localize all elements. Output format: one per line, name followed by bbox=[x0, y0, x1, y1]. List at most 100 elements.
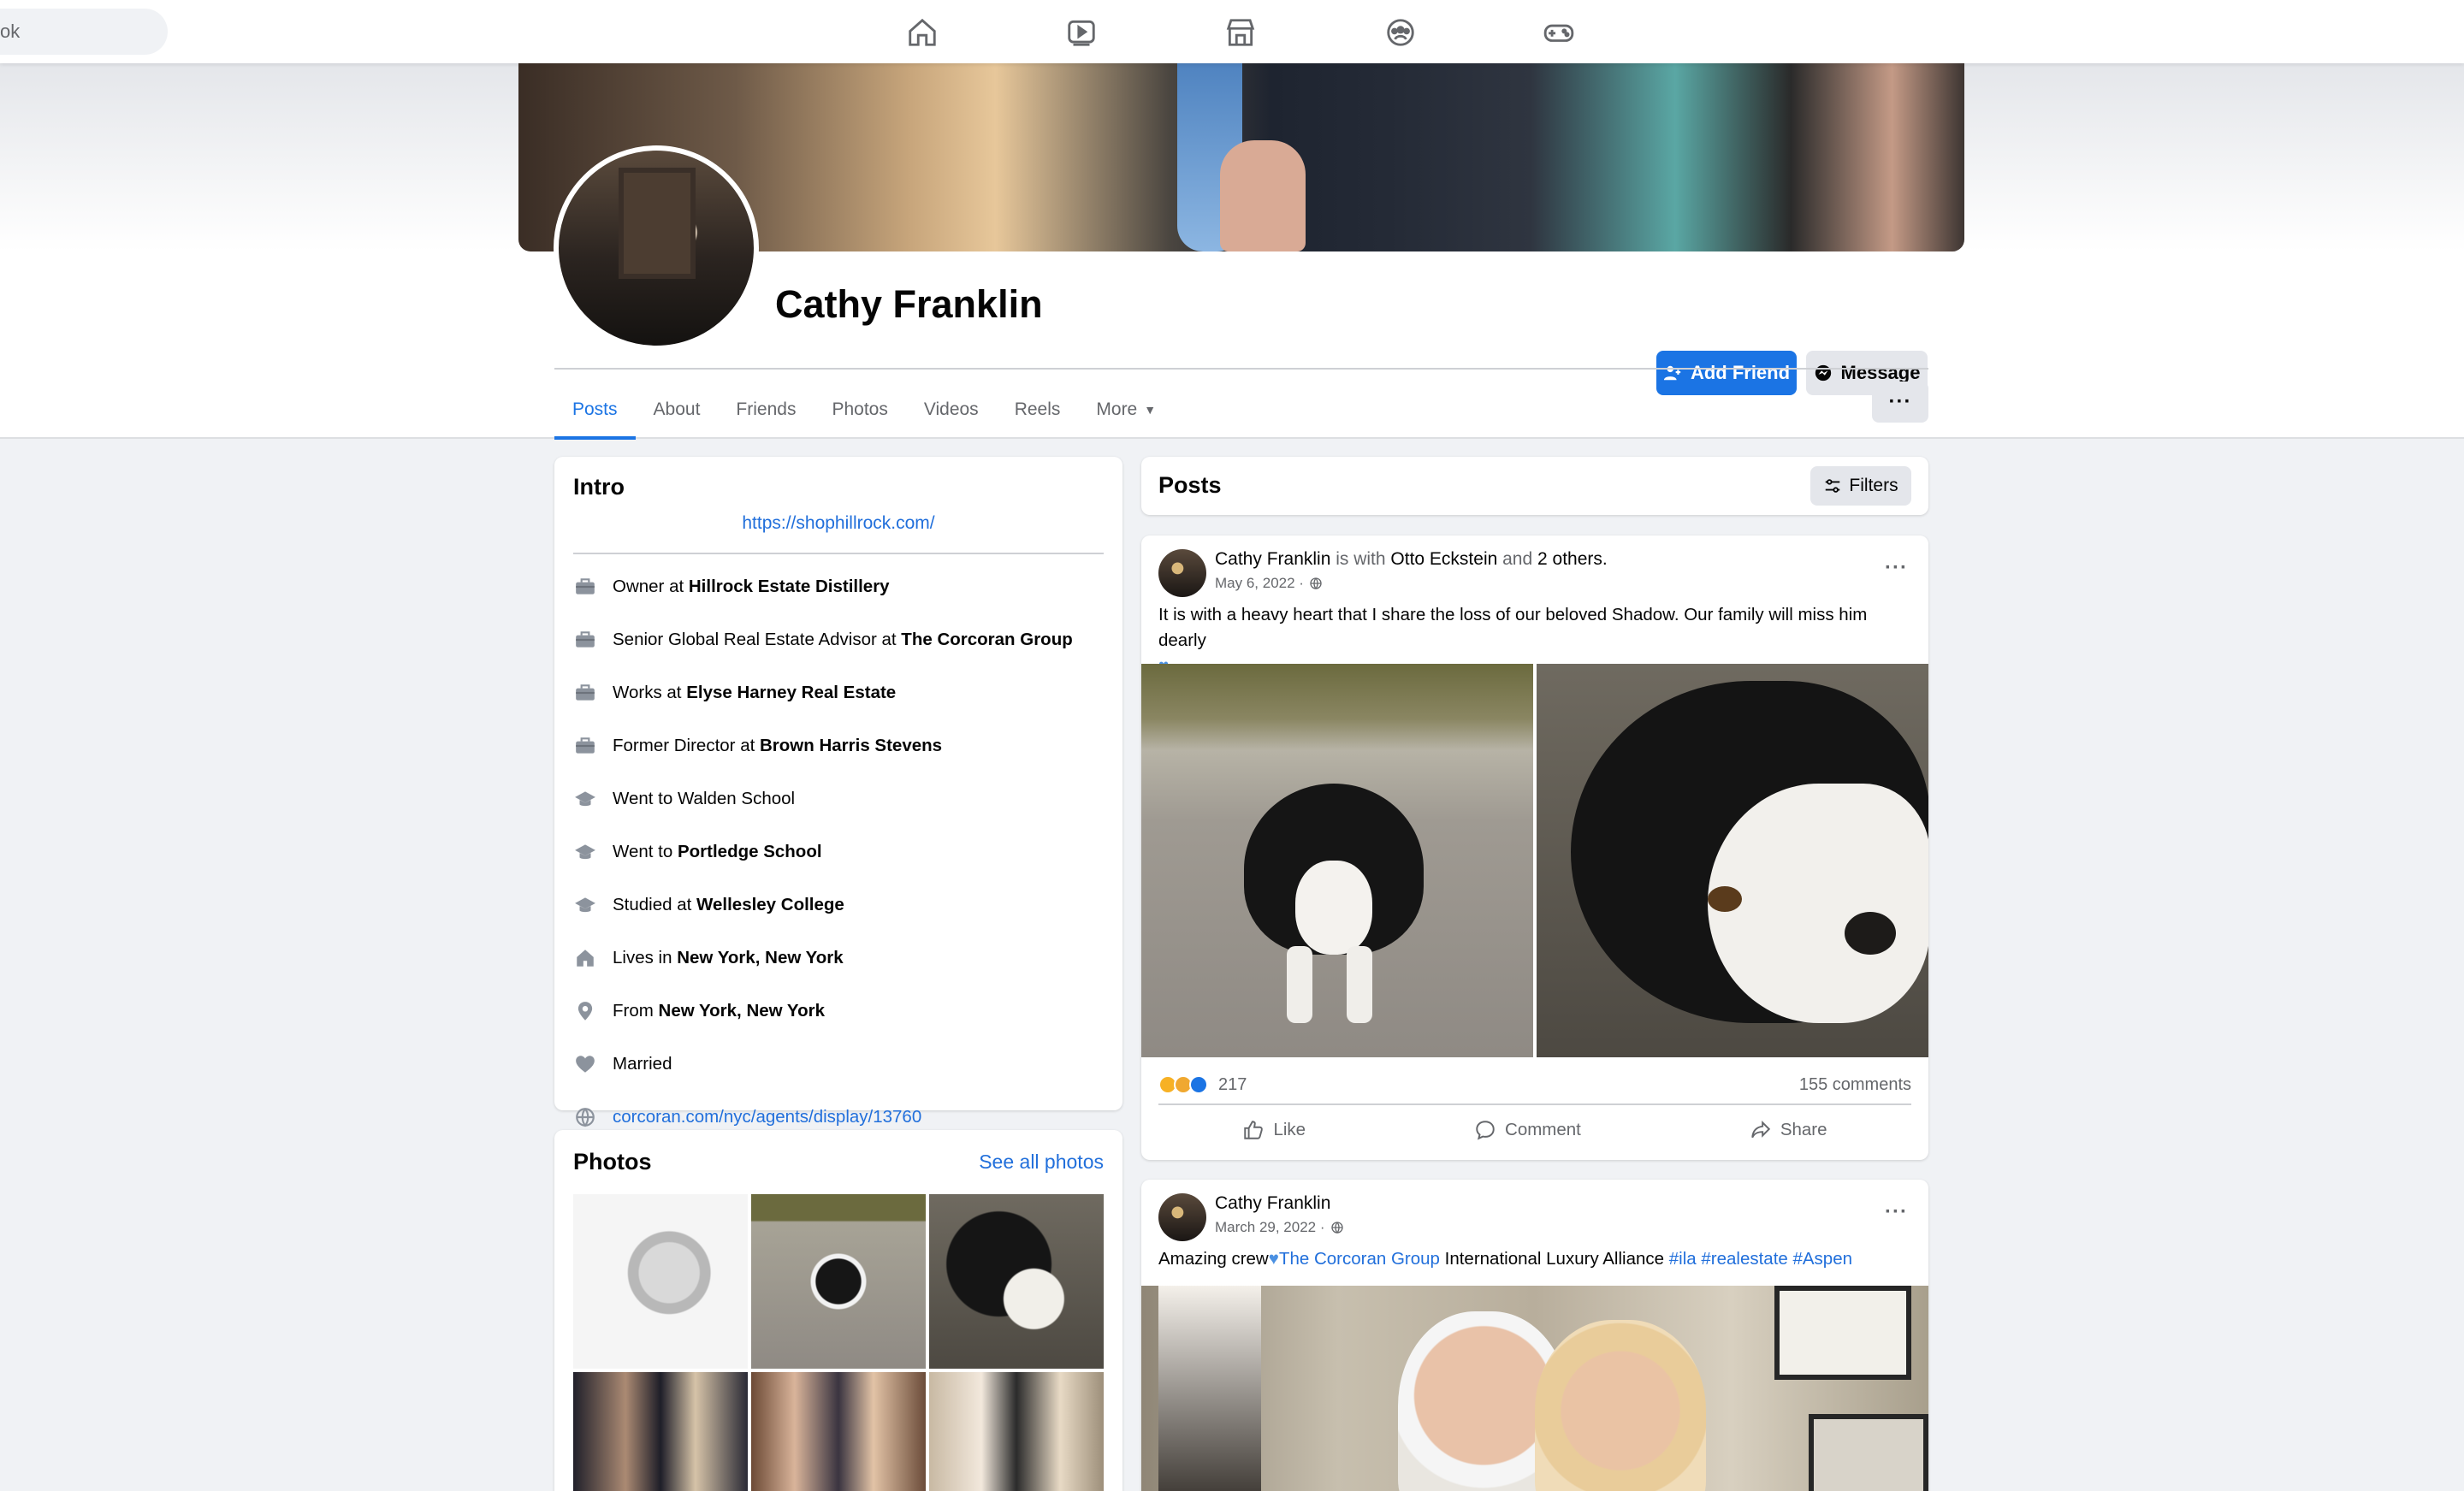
intro-row-prefix: Lives in bbox=[613, 948, 678, 967]
tab-reels[interactable]: Reels bbox=[997, 382, 1079, 438]
intro-link[interactable]: corcoran.com/nyc/agents/display/13760 bbox=[613, 1107, 921, 1127]
post-actions: Like Comment Share bbox=[1158, 1109, 1911, 1151]
intro-row-text: Married bbox=[613, 1054, 672, 1074]
watch-icon[interactable] bbox=[1061, 12, 1102, 53]
tab-more[interactable]: More ▼ bbox=[1078, 382, 1174, 438]
filters-label: Filters bbox=[1849, 476, 1898, 495]
intro-row: Works at Elyse Harney Real Estate bbox=[573, 676, 896, 710]
profile-header: Cathy Franklin Add Friend Message Posts … bbox=[0, 63, 2464, 440]
search-input-text: ok bbox=[0, 21, 21, 42]
post-author-name[interactable]: Cathy Franklin bbox=[1215, 1193, 1330, 1213]
intro-row-entity[interactable]: Brown Harris Stevens bbox=[760, 736, 942, 755]
photo-thumbnail[interactable] bbox=[573, 1194, 748, 1369]
post-author-avatar[interactable] bbox=[1158, 549, 1206, 597]
post-author-avatar[interactable] bbox=[1158, 1193, 1206, 1241]
globe-icon bbox=[1330, 1222, 1343, 1234]
tab-videos[interactable]: Videos bbox=[906, 382, 997, 438]
gaming-icon[interactable] bbox=[1538, 12, 1579, 53]
home-icon[interactable] bbox=[902, 12, 943, 53]
photo-thumbnail[interactable] bbox=[751, 1372, 926, 1491]
post-photo[interactable] bbox=[1141, 664, 1533, 1057]
photo-frame bbox=[1809, 1414, 1928, 1491]
photo-thumbnail[interactable] bbox=[929, 1194, 1104, 1369]
add-user-icon bbox=[1663, 365, 1681, 381]
intro-row-prefix: Married bbox=[613, 1054, 672, 1074]
groups-icon[interactable] bbox=[1380, 12, 1421, 53]
marketplace-icon[interactable] bbox=[1220, 12, 1261, 53]
post-photo[interactable] bbox=[1141, 1286, 1928, 1491]
dog-chest bbox=[1295, 861, 1372, 955]
photo-frame bbox=[1774, 1286, 1911, 1380]
add-friend-button[interactable]: Add Friend bbox=[1656, 351, 1797, 395]
photo-thumbnail[interactable] bbox=[751, 1194, 926, 1369]
post-date: March 29, 2022 · bbox=[1215, 1219, 1344, 1236]
tagged-others-link[interactable]: 2 others bbox=[1537, 549, 1602, 569]
reaction-count: 217 bbox=[1218, 1074, 1247, 1094]
comment-icon bbox=[1476, 1121, 1495, 1140]
comments-count-link[interactable]: 155 comments bbox=[1799, 1075, 1911, 1095]
intro-row-text: Went to Walden School bbox=[613, 789, 795, 809]
post-with-text: is with bbox=[1330, 549, 1391, 569]
intro-row-text: Works at Elyse Harney Real Estate bbox=[613, 683, 896, 703]
intro-row-entity[interactable]: The Corcoran Group bbox=[901, 630, 1072, 649]
intro-website-link[interactable]: https://shophillrock.com/ bbox=[554, 513, 1122, 534]
more-options-button[interactable]: ··· bbox=[1872, 382, 1928, 423]
globe-icon bbox=[1310, 577, 1322, 590]
intro-row-entity[interactable]: Hillrock Estate Distillery bbox=[689, 577, 890, 596]
tagged-person-link[interactable]: Otto Eckstein bbox=[1390, 549, 1497, 569]
post-date-text[interactable]: May 6, 2022 · bbox=[1215, 575, 1304, 592]
intro-row-entity[interactable]: Portledge School bbox=[678, 842, 822, 861]
intro-row-entity[interactable]: Elyse Harney Real Estate bbox=[686, 683, 896, 702]
like-button[interactable]: Like bbox=[1242, 1119, 1306, 1141]
share-button[interactable]: Share bbox=[1750, 1119, 1827, 1141]
intro-row-text: corcoran.com/nyc/agents/display/13760 bbox=[613, 1107, 921, 1127]
intro-row-text: Owner at Hillrock Estate Distillery bbox=[613, 577, 890, 597]
see-all-photos-link[interactable]: See all photos bbox=[979, 1151, 1104, 1174]
globe-icon bbox=[573, 1105, 597, 1129]
profile-avatar[interactable] bbox=[554, 145, 759, 351]
intro-row-prefix: Went to bbox=[613, 842, 678, 861]
share-label: Share bbox=[1780, 1120, 1827, 1139]
tab-about[interactable]: About bbox=[636, 382, 719, 438]
tab-photos[interactable]: Photos bbox=[814, 382, 905, 438]
intro-row: Owner at Hillrock Estate Distillery bbox=[573, 570, 890, 604]
intro-row-entity[interactable]: New York, New York bbox=[659, 1001, 825, 1021]
photo-thumbnail[interactable] bbox=[573, 1372, 748, 1491]
blue-heart-icon: ♥ bbox=[1268, 1249, 1279, 1269]
like-reaction-icon bbox=[1189, 1075, 1208, 1094]
intro-row-text: Lives in New York, New York bbox=[613, 948, 844, 968]
intro-row-prefix: Former Director at bbox=[613, 736, 760, 755]
intro-row-entity[interactable]: New York, New York bbox=[677, 948, 843, 967]
post-photo[interactable] bbox=[1537, 664, 1928, 1057]
hashtag-links[interactable]: #ila #realestate #Aspen bbox=[1669, 1249, 1852, 1269]
photo-thumbnail[interactable] bbox=[929, 1372, 1104, 1491]
filters-button[interactable]: Filters bbox=[1810, 466, 1911, 506]
intro-row: Married bbox=[573, 1047, 672, 1081]
heart-icon bbox=[573, 1052, 597, 1076]
reactions-summary[interactable]: 217 bbox=[1158, 1075, 1247, 1095]
like-label: Like bbox=[1273, 1120, 1306, 1139]
search-input[interactable]: ok bbox=[0, 9, 168, 55]
post-author-name[interactable]: Cathy Franklin bbox=[1215, 549, 1330, 569]
work-icon bbox=[573, 734, 597, 758]
post-author-period: . bbox=[1602, 549, 1608, 569]
post-date-text[interactable]: March 29, 2022 · bbox=[1215, 1219, 1325, 1236]
intro-row-text: Studied at Wellesley College bbox=[613, 895, 844, 915]
tab-posts[interactable]: Posts bbox=[554, 382, 636, 440]
intro-row: Studied at Wellesley College bbox=[573, 888, 844, 922]
intro-card: Intro https://shophillrock.com/ Owner at… bbox=[554, 457, 1122, 1127]
intro-title: Intro bbox=[573, 474, 625, 500]
intro-row-entity[interactable]: Wellesley College bbox=[696, 895, 844, 914]
share-icon bbox=[1751, 1120, 1770, 1139]
group-link[interactable]: The Corcoran Group bbox=[1279, 1249, 1440, 1269]
tab-friends[interactable]: Friends bbox=[718, 382, 814, 438]
comment-button[interactable]: Comment bbox=[1474, 1119, 1581, 1141]
post-author-line: Cathy Franklin bbox=[1215, 1193, 1330, 1214]
tab-label: Friends bbox=[736, 399, 797, 419]
filters-icon bbox=[1826, 479, 1840, 493]
work-icon bbox=[573, 681, 597, 705]
intro-row: From New York, New York bbox=[573, 994, 825, 1028]
post-options-button[interactable]: ··· bbox=[1885, 556, 1908, 580]
post-options-button[interactable]: ··· bbox=[1885, 1200, 1908, 1224]
intro-row[interactable]: corcoran.com/nyc/agents/display/13760 bbox=[573, 1100, 921, 1134]
